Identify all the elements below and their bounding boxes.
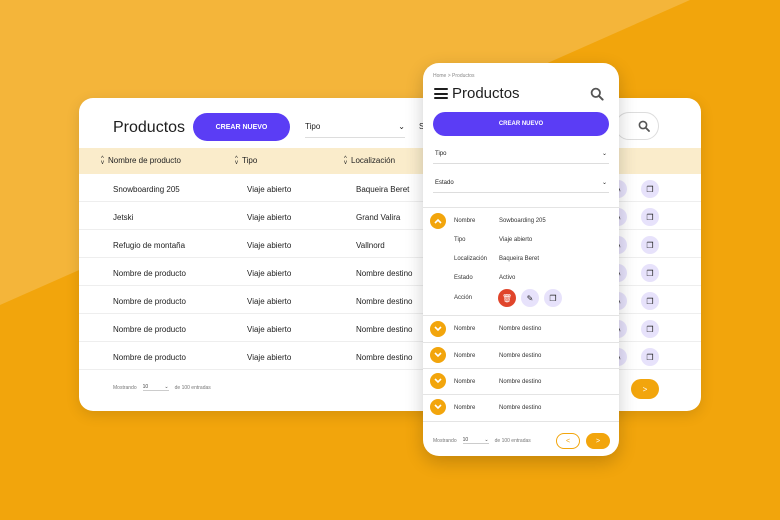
edit-icon: ✎ — [526, 293, 534, 303]
divider — [423, 342, 619, 343]
divider — [423, 421, 619, 422]
page-title: Productos — [113, 119, 186, 136]
collapse-button[interactable] — [430, 213, 446, 229]
chevron-down-icon — [434, 404, 442, 410]
chevron-down-icon — [434, 352, 442, 358]
breadcrumb[interactable]: Home > Productos — [433, 73, 475, 79]
copy-button[interactable]: ❐ — [641, 264, 659, 282]
delete-button[interactable]: 🗑 — [498, 289, 516, 307]
search-button[interactable] — [615, 112, 659, 140]
sort-icon: ^ v — [101, 155, 104, 166]
expand-button[interactable] — [430, 399, 446, 415]
create-new-button[interactable]: CREAR NUEVO — [193, 113, 290, 141]
chevron-down-icon — [434, 378, 442, 384]
edit-button[interactable]: ✎ — [521, 289, 539, 307]
pagination-info: Mostrando 10 ⌄ de 100 entradas — [433, 437, 531, 444]
per-page-select[interactable]: 10 ⌄ — [142, 384, 169, 391]
copy-button[interactable]: ❐ — [544, 289, 562, 307]
copy-icon: ❐ — [646, 212, 654, 222]
divider — [423, 207, 619, 208]
pagination-info: Mostrando 10 ⌄ de 100 entradas — [113, 384, 211, 391]
mobile-products-card: Home > Productos Productos CREAR NUEVO T… — [423, 63, 619, 456]
copy-icon: ❐ — [646, 240, 654, 250]
copy-button[interactable]: ❐ — [641, 348, 659, 366]
chevron-down-icon: ⌄ — [601, 180, 607, 186]
copy-icon: ❐ — [646, 296, 654, 306]
sort-icon: ^ v — [344, 155, 347, 166]
divider — [423, 368, 619, 369]
tipo-select-label: Tipo — [305, 122, 321, 131]
copy-icon: ❐ — [646, 352, 654, 362]
column-header-type[interactable]: ^ v Tipo — [235, 155, 257, 166]
divider — [423, 315, 619, 316]
copy-icon: ❐ — [646, 184, 654, 194]
search-button[interactable] — [590, 87, 604, 106]
chevron-down-icon: ⌄ — [484, 437, 489, 443]
expand-button[interactable] — [430, 373, 446, 389]
page-title: Productos — [452, 85, 520, 102]
per-page-select[interactable]: 10 ⌄ — [462, 437, 489, 444]
copy-button[interactable]: ❐ — [641, 292, 659, 310]
expand-button[interactable] — [430, 347, 446, 363]
copy-icon: ❐ — [646, 268, 654, 278]
chevron-down-icon — [434, 326, 442, 332]
next-page-button[interactable]: > — [631, 379, 659, 399]
delete-icon: 🗑 — [501, 293, 513, 303]
chevron-down-icon: ⌄ — [601, 151, 607, 157]
copy-button[interactable]: ❐ — [641, 320, 659, 338]
divider — [423, 394, 619, 395]
copy-button[interactable]: ❐ — [641, 236, 659, 254]
create-new-button[interactable]: CREAR NUEVO — [433, 112, 609, 136]
chevron-up-icon — [434, 218, 442, 224]
chevron-down-icon: ⌄ — [398, 122, 405, 131]
prev-page-button[interactable]: < — [556, 433, 580, 449]
search-icon — [638, 120, 650, 132]
column-header-location[interactable]: ^ v Localización — [344, 155, 395, 166]
copy-icon: ❐ — [646, 324, 654, 334]
copy-button[interactable]: ❐ — [641, 208, 659, 226]
tipo-select[interactable]: Tipo ⌄ — [433, 144, 609, 164]
tipo-select[interactable]: Tipo ⌄ — [305, 116, 405, 138]
menu-icon[interactable] — [434, 88, 448, 99]
copy-icon: ❐ — [549, 293, 557, 303]
sort-icon: ^ v — [235, 155, 238, 166]
estado-select[interactable]: Estado ⌄ — [433, 173, 609, 193]
chevron-down-icon: ⌄ — [164, 384, 169, 390]
expand-button[interactable] — [430, 321, 446, 337]
column-header-name[interactable]: ^ v Nombre de producto — [101, 155, 181, 166]
search-icon — [590, 87, 604, 101]
next-page-button[interactable]: > — [586, 433, 610, 449]
copy-button[interactable]: ❐ — [641, 180, 659, 198]
